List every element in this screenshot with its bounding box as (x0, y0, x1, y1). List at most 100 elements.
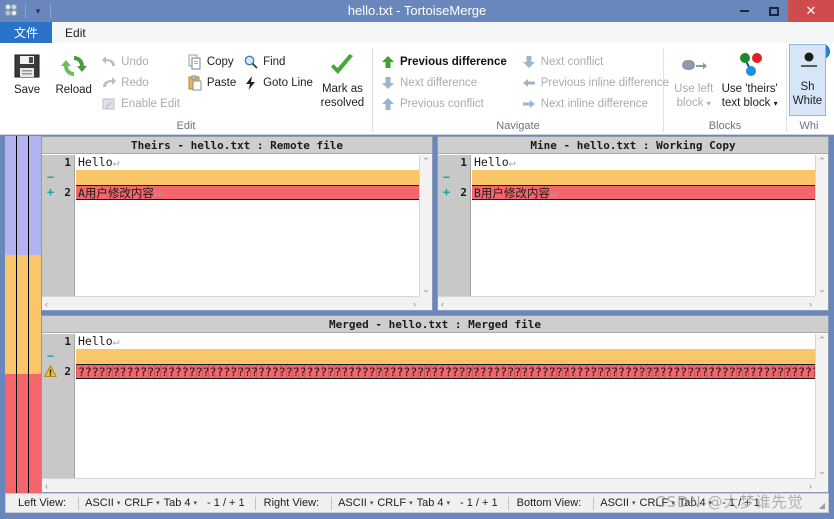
status-bottom-encoding[interactable]: ASCII ▾ (600, 497, 635, 509)
scroll-left-icon[interactable]: ‹ (42, 480, 51, 492)
pane-theirs-horizontal-scrollbar[interactable]: ‹ › (42, 296, 419, 310)
text-line-empty[interactable] (76, 170, 419, 185)
pane-merged-header: Merged - hello.txt : Merged file (42, 316, 828, 333)
overview-column-mine[interactable] (29, 136, 41, 493)
gutter-row: − (42, 170, 74, 185)
show-whitespaces-label-line2: White (792, 95, 823, 107)
pane-mine-vertical-scrollbar[interactable]: ⌃ ⌄ (815, 155, 828, 296)
qat-divider-2 (50, 4, 51, 18)
pane-theirs-lines[interactable]: Hello↵ A用户修改内容↵ (76, 155, 419, 296)
close-button[interactable]: ✕ (788, 0, 834, 22)
edit-small-column-3: Find Goto Line (241, 47, 317, 93)
show-whitespaces-button[interactable]: Sh White (789, 44, 826, 116)
diff-overview-bar[interactable] (5, 136, 41, 493)
pane-mine-scroll-corner (815, 296, 828, 310)
status-right-encoding[interactable]: ASCII ▾ (338, 497, 373, 509)
text-line[interactable]: Hello↵ (472, 155, 815, 170)
reload-button[interactable]: Reload (49, 47, 98, 96)
tab-edit[interactable]: Edit (52, 22, 99, 43)
undo-button[interactable]: Undo (99, 51, 184, 72)
scroll-left-icon[interactable]: ‹ (438, 298, 447, 310)
next-difference-button[interactable]: Next difference (378, 72, 511, 93)
overview-segment-equal (17, 136, 28, 255)
pane-merged-gutter[interactable]: 1 − 2 (42, 334, 75, 478)
pane-mine-horizontal-scrollbar[interactable]: ‹ › (438, 296, 815, 310)
scroll-down-icon[interactable]: ⌄ (815, 465, 829, 478)
pane-mine-lines[interactable]: Hello↵ B用户修改内容↵ (472, 155, 815, 296)
tab-file[interactable]: 文件 (0, 22, 53, 43)
minimize-button[interactable] (730, 0, 759, 22)
next-conflict-button[interactable]: Next conflict (519, 51, 673, 72)
redo-button[interactable]: Redo (99, 72, 184, 93)
status-bottom-lineending[interactable]: CRLF ▾ (640, 497, 675, 509)
arrow-up-icon (382, 55, 394, 68)
line-number: 1 (460, 156, 467, 169)
use-theirs-text-block-button[interactable]: Use 'theirs' text block ▾ (718, 47, 781, 109)
pane-theirs-gutter[interactable]: 1 − + 2 (42, 155, 75, 296)
status-left-tab[interactable]: Tab 4 ▾ (164, 497, 197, 509)
overview-column-theirs[interactable] (5, 136, 17, 493)
text-line[interactable]: Hello↵ (76, 155, 419, 170)
chevron-down-icon: ▾ (116, 500, 121, 507)
status-left-tab-value: Tab 4 (163, 497, 191, 509)
enable-edit-button[interactable]: Enable Edit (99, 93, 184, 114)
status-right-tab[interactable]: Tab 4 ▾ (417, 497, 450, 509)
status-right-lineending[interactable]: CRLF ▾ (377, 497, 412, 509)
paste-button[interactable]: Paste (185, 72, 240, 93)
scroll-right-icon[interactable]: › (806, 298, 815, 310)
window-controls: ✕ (730, 0, 834, 22)
overview-column-merged[interactable] (17, 136, 29, 493)
scroll-up-icon[interactable]: ⌃ (419, 155, 433, 168)
status-bottom-tab[interactable]: Tab 4 ▾ (679, 497, 712, 509)
status-left-encoding[interactable]: ASCII ▾ (85, 497, 120, 509)
previous-inline-difference-button[interactable]: Previous inline difference (519, 72, 673, 93)
pane-mine-gutter[interactable]: 1 − + 2 (438, 155, 471, 296)
use-theirs-block-icon (739, 53, 762, 76)
copy-button[interactable]: Copy (185, 51, 240, 72)
eol-mark: ↵ (112, 155, 120, 169)
next-inline-difference-button[interactable]: Next inline difference (519, 93, 673, 114)
pane-mine-body[interactable]: 1 − + 2 Hello↵ B用户修改内容↵ (438, 155, 815, 296)
mark-as-resolved-button[interactable]: Mark as resolved (318, 47, 367, 109)
use-left-block-button[interactable]: Use left block ▾ (669, 47, 718, 109)
gutter-row: 1 (438, 155, 470, 170)
previous-difference-button[interactable]: Previous difference (378, 51, 511, 72)
pane-merged-lines[interactable]: Hello↵ ?????????????????????????????????… (76, 334, 815, 478)
status-bottom-lineending-value: CRLF (639, 497, 669, 509)
chevron-down-icon: ▾ (369, 500, 374, 507)
maximize-button[interactable] (759, 0, 788, 22)
scroll-up-icon[interactable]: ⌃ (815, 155, 829, 168)
scroll-up-icon[interactable]: ⌃ (815, 334, 829, 347)
scroll-right-icon[interactable]: › (410, 298, 419, 310)
find-button[interactable]: Find (241, 51, 317, 72)
text-line-empty[interactable] (472, 170, 815, 185)
find-button-label: Find (263, 55, 286, 68)
text-line[interactable]: Hello↵ (76, 334, 815, 349)
text-line-conflict[interactable]: A用户修改内容↵ (76, 185, 419, 200)
arrow-right-icon (522, 99, 535, 108)
text-line-conflict[interactable]: B用户修改内容↵ (472, 185, 815, 200)
scroll-left-icon[interactable]: ‹ (42, 298, 51, 310)
previous-conflict-button[interactable]: Previous conflict (378, 93, 511, 114)
chevron-down-icon: ▾ (193, 500, 198, 507)
qat-dropdown-icon[interactable]: ▾ (31, 3, 45, 19)
pane-theirs-vertical-scrollbar[interactable]: ⌃ ⌄ (419, 155, 432, 296)
goto-line-icon (246, 75, 256, 90)
text-line-conflict[interactable]: ????????????????????????????????????????… (76, 364, 815, 379)
pane-merged-horizontal-scrollbar[interactable]: ‹ › (42, 478, 815, 492)
status-divider (593, 496, 595, 510)
status-left-lineending[interactable]: CRLF ▾ (124, 497, 159, 509)
scroll-right-icon[interactable]: › (806, 480, 815, 492)
pane-theirs: Theirs - hello.txt : Remote file 1 − + 2… (41, 136, 433, 311)
pane-theirs-body[interactable]: 1 − + 2 Hello↵ A用户修改内容↵ (42, 155, 419, 296)
save-button[interactable]: Save (5, 47, 49, 96)
gutter-row: − (438, 170, 470, 185)
pane-merged-body[interactable]: 1 − 2 Hello↵ ???????????????????????????… (42, 334, 815, 478)
goto-line-button[interactable]: Goto Line (241, 72, 317, 93)
scroll-down-icon[interactable]: ⌄ (419, 283, 433, 296)
text-line-empty[interactable] (76, 349, 815, 364)
next-conflict-label: Next conflict (540, 55, 604, 68)
scroll-down-icon[interactable]: ⌄ (815, 283, 829, 296)
pane-merged-vertical-scrollbar[interactable]: ⌃ ⌄ (815, 334, 828, 478)
resize-grip-icon[interactable]: ◢ (819, 501, 825, 510)
